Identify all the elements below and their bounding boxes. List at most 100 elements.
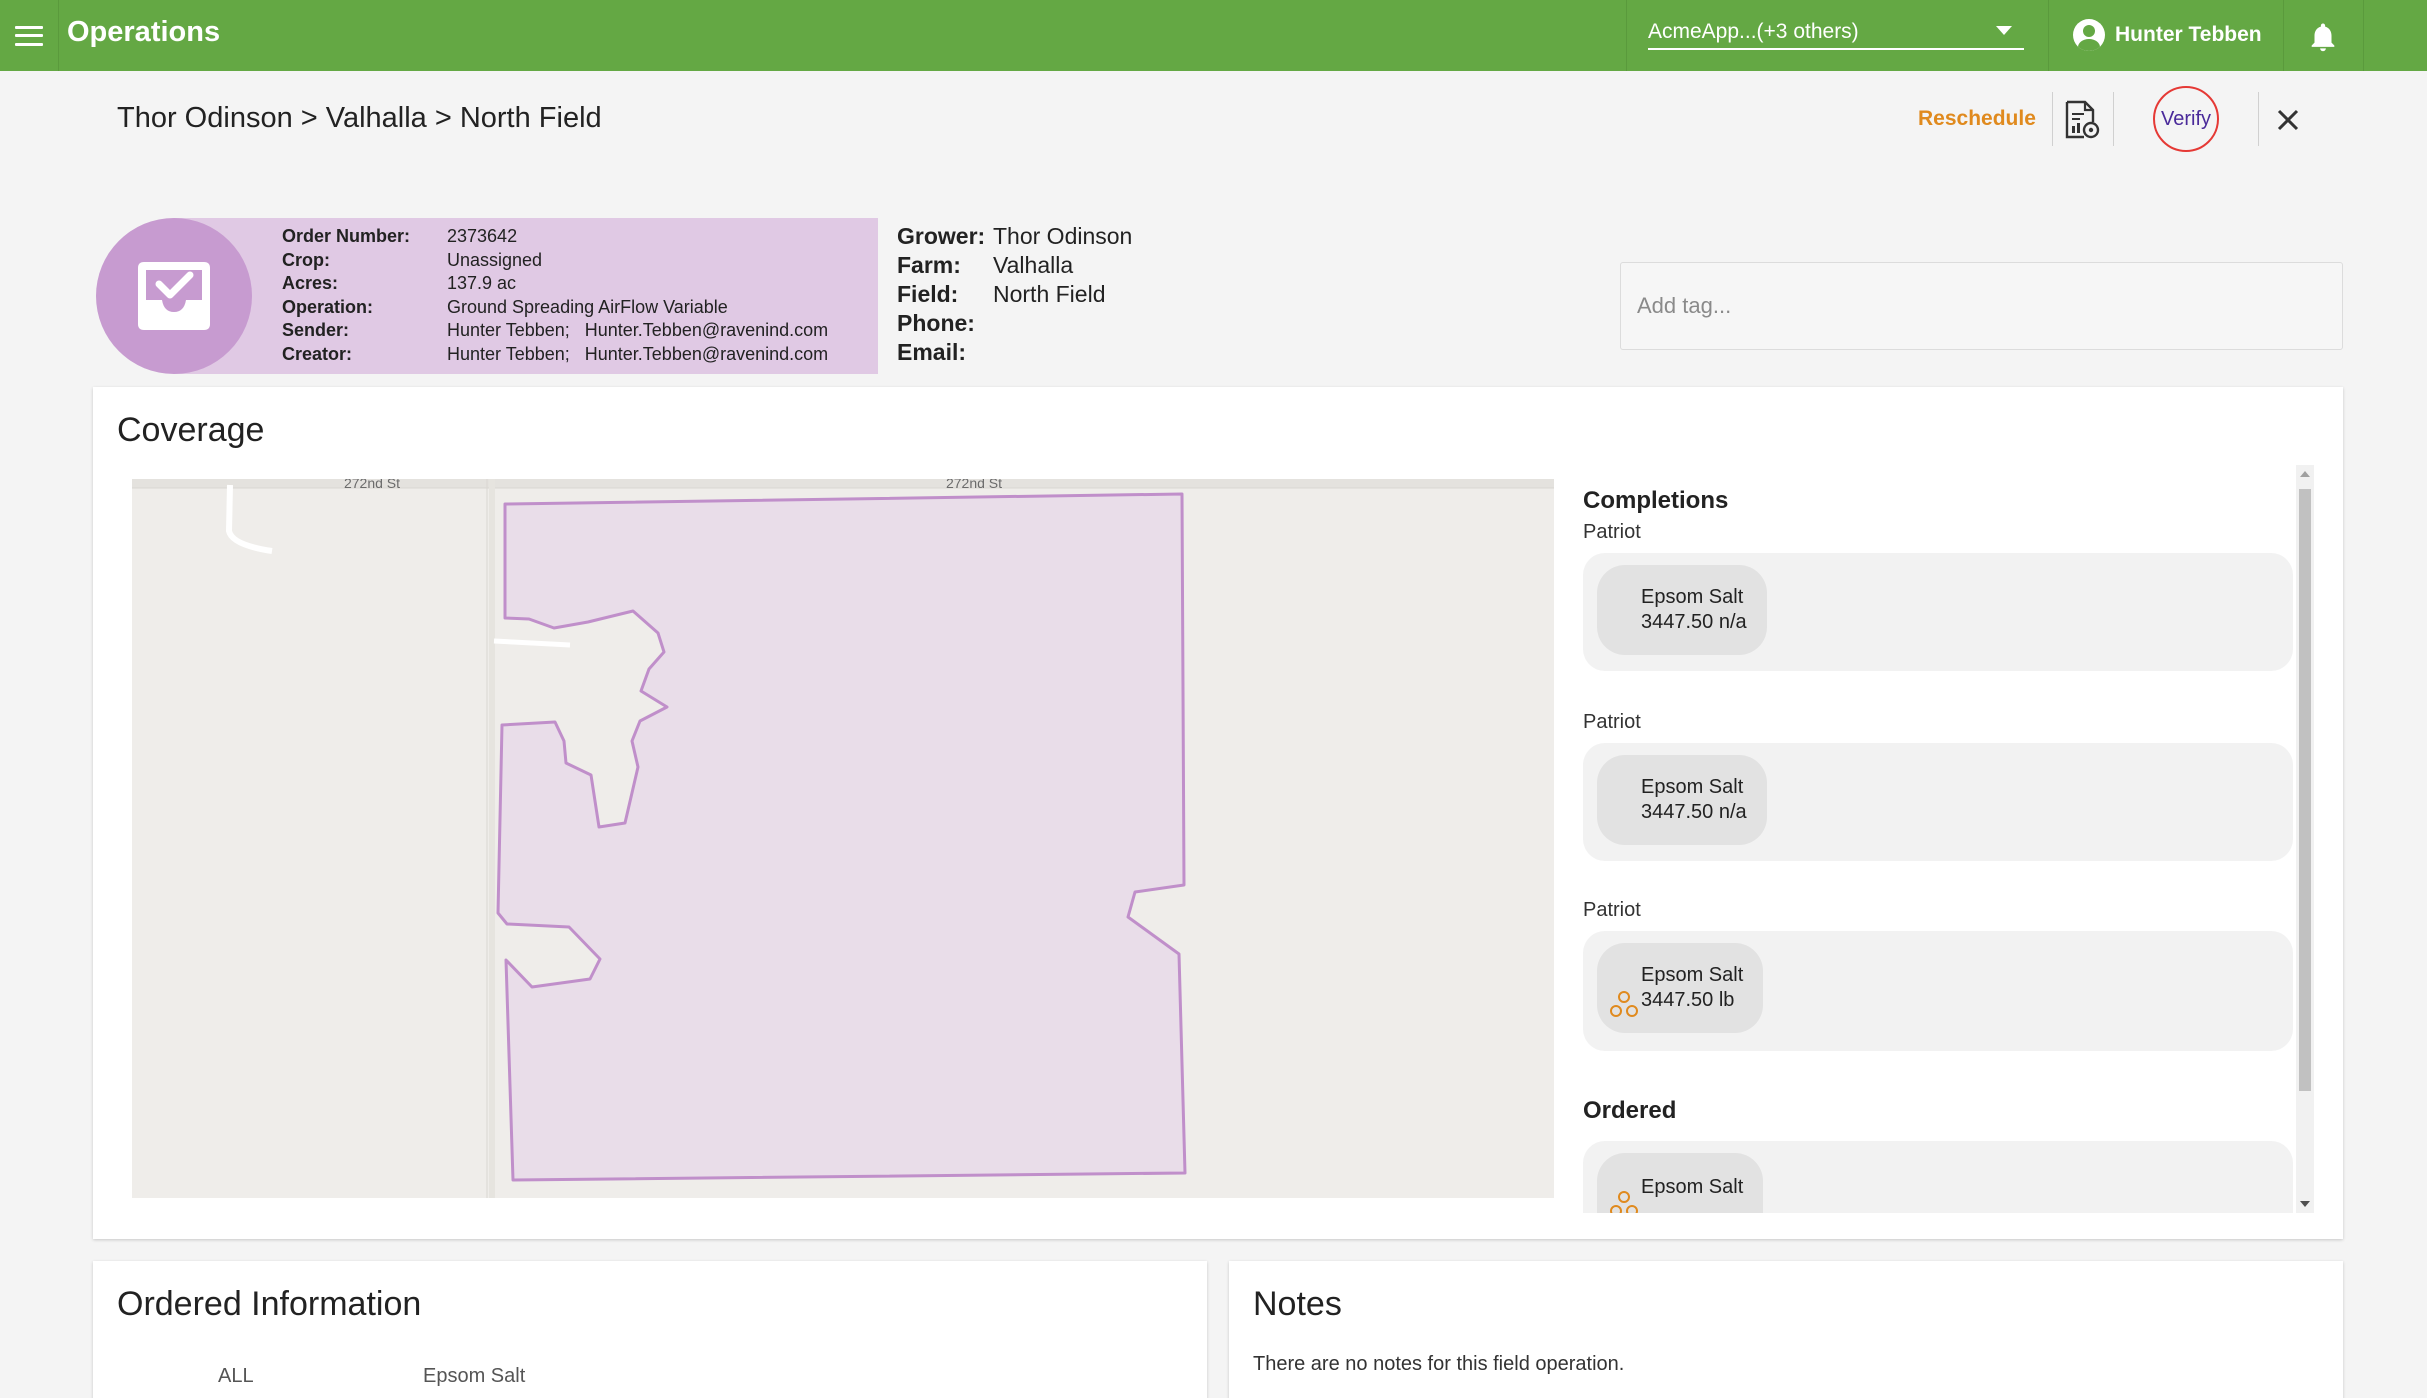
close-icon — [2277, 109, 2299, 131]
verify-button[interactable]: Verify — [2153, 86, 2219, 152]
grower-detail-label: Phone: — [897, 310, 975, 336]
coverage-card: Coverage 272nd St 272nd St Completions P… — [93, 387, 2343, 1239]
scroll-up-arrow[interactable] — [2300, 471, 2310, 477]
grower-detail-row: Email: — [897, 338, 1132, 367]
order-detail-value: Hunter Tebben; Hunter.Tebben@ravenind.co… — [447, 320, 829, 340]
account-circle-icon — [2073, 19, 2105, 51]
user-name: Hunter Tebben — [2115, 23, 2262, 46]
menu-button[interactable] — [0, 0, 59, 71]
completion-item[interactable]: Epsom Salt 3447.50 n/a — [1583, 553, 2293, 671]
completions-heading: Completions — [1583, 487, 1729, 514]
product-amount: 3447.50 n/a — [1641, 801, 1747, 823]
product-name: Epsom Salt — [1641, 964, 1744, 986]
completion-item[interactable]: Epsom Salt 3447.50 lb — [1583, 931, 2293, 1051]
product-chip[interactable]: Epsom Salt — [1597, 1153, 1764, 1213]
user-menu[interactable]: Hunter Tebben — [2073, 19, 2262, 51]
notifications-button[interactable] — [2306, 20, 2340, 54]
grower-detail-value: Valhalla — [993, 252, 1074, 278]
notes-card: Notes There are no notes for this field … — [1229, 1261, 2343, 1398]
grower-detail-label: Email: — [897, 339, 967, 365]
completion-source: Patriot — [1583, 899, 1641, 921]
completions-scrollbar[interactable] — [2296, 465, 2314, 1213]
product-chip[interactable]: Epsom Salt 3447.50 n/a — [1597, 565, 1767, 655]
order-detail-value: 137.9 ac — [447, 273, 517, 293]
chevron-down-icon — [1996, 26, 2012, 35]
divider — [2113, 92, 2114, 146]
divider — [1626, 0, 1627, 71]
order-detail-row: Operation: Ground Spreading AirFlow Varia… — [282, 296, 828, 320]
organization-select[interactable]: AcmeApp...(+3 others) — [1648, 18, 2024, 50]
order-detail-label: Order Number: — [282, 226, 411, 246]
scroll-thumb[interactable] — [2299, 489, 2311, 1091]
grower-detail-row: Farm: Valhalla — [897, 251, 1132, 280]
bell-icon — [2311, 23, 2335, 52]
inbox-check-icon — [138, 262, 210, 330]
scroll-down-arrow[interactable] — [2300, 1201, 2310, 1207]
add-tag-input[interactable] — [1620, 262, 2343, 350]
reschedule-button[interactable]: Reschedule — [1918, 107, 2036, 131]
order-detail-row: Crop: Unassigned — [282, 249, 828, 273]
product-chip[interactable]: Epsom Salt 3447.50 lb — [1597, 943, 1764, 1033]
street-label-left: 272nd St — [344, 479, 400, 491]
product-name: Epsom Salt — [1641, 586, 1744, 608]
top-app-bar: Operations AcmeApp...(+3 others) Hunter … — [0, 0, 2427, 71]
close-button[interactable] — [2274, 106, 2302, 134]
order-detail-label: Acres: — [282, 273, 339, 293]
order-detail-label: Sender: — [282, 320, 350, 340]
order-status-avatar — [96, 218, 252, 374]
menu-icon — [15, 25, 43, 46]
divider — [2052, 92, 2053, 146]
order-detail-label: Crop: — [282, 249, 330, 270]
breadcrumb: Thor Odinson > Valhalla > North Field — [117, 102, 602, 134]
order-detail-row: Creator: Hunter Tebben; Hunter.Tebben@rav… — [282, 343, 828, 367]
ordered-item[interactable]: Epsom Salt — [1583, 1141, 2293, 1213]
map-canvas: 272nd St 272nd St — [132, 479, 1554, 1198]
grower-detail-label: Farm: — [897, 252, 961, 278]
product-amount: 3447.50 lb — [1641, 989, 1735, 1011]
app-title: Operations — [67, 16, 221, 48]
grower-detail-label: Grower: — [897, 223, 986, 249]
product-name: Epsom Salt — [1641, 1176, 1744, 1198]
order-detail-value: Unassigned — [447, 249, 543, 270]
grower-detail-row: Field: North Field — [897, 280, 1132, 309]
street-label-right: 272nd St — [946, 479, 1002, 491]
product-name: Epsom Salt — [1641, 776, 1744, 798]
column-header-all[interactable]: ALL — [218, 1365, 254, 1388]
product-chip[interactable]: Epsom Salt 3447.50 n/a — [1597, 755, 1767, 845]
notes-title: Notes — [1253, 1285, 1342, 1323]
grower-details: Grower: Thor Odinson Farm: Valhalla Field: No… — [897, 222, 1132, 367]
order-detail-value: Ground Spreading AirFlow Variable — [447, 296, 728, 317]
order-detail-value: 2373642 — [447, 226, 518, 246]
ordered-information-card: Ordered Information ALL Epsom Salt — [93, 1261, 1207, 1398]
grower-detail-row: Grower: Thor Odinson — [897, 222, 1132, 251]
product-amount: 3447.50 n/a — [1641, 611, 1747, 633]
report-settings-button[interactable] — [2064, 100, 2100, 140]
divider — [2258, 92, 2259, 146]
coverage-map[interactable]: 272nd St 272nd St — [132, 479, 1554, 1198]
column-header-product[interactable]: Epsom Salt — [423, 1365, 525, 1388]
grower-detail-value: North Field — [993, 281, 1106, 307]
order-detail-label: Creator: — [282, 343, 353, 364]
order-detail-row: Sender: Hunter Tebben; Hunter.Tebben@rave… — [282, 319, 828, 343]
grower-detail-label: Field: — [897, 281, 959, 307]
notes-empty-text: There are no notes for this field operat… — [1253, 1353, 1625, 1375]
order-detail-value: Hunter Tebben; Hunter.Tebben@ravenind.co… — [447, 343, 829, 364]
order-detail-label: Operation: — [282, 296, 374, 317]
report-settings-icon — [2065, 100, 2100, 139]
ordered-heading: Ordered — [1583, 1097, 1677, 1124]
completions-panel[interactable]: Completions Patriot Epsom Salt 3447.50 n/a… — [1583, 465, 2305, 1213]
divider — [2048, 0, 2049, 71]
grower-detail-value: Thor Odinson — [993, 223, 1133, 249]
organization-select-value: AcmeApp...(+3 others) — [1648, 20, 1859, 43]
ordered-information-title: Ordered Information — [117, 1285, 422, 1323]
rate-points-icon — [1609, 989, 1639, 1023]
divider — [2283, 0, 2284, 71]
order-summary: Order Number: 2373642 Crop: Unassigned Acres… — [96, 218, 878, 374]
rate-points-icon — [1609, 1189, 1639, 1213]
order-details: Order Number: 2373642 Crop: Unassigned Acres… — [282, 225, 828, 366]
completion-item[interactable]: Epsom Salt 3447.50 n/a — [1583, 743, 2293, 861]
coverage-title: Coverage — [117, 411, 265, 449]
divider — [2363, 0, 2364, 71]
field-boundary — [496, 492, 1187, 1182]
grower-detail-row: Phone: — [897, 309, 1132, 338]
